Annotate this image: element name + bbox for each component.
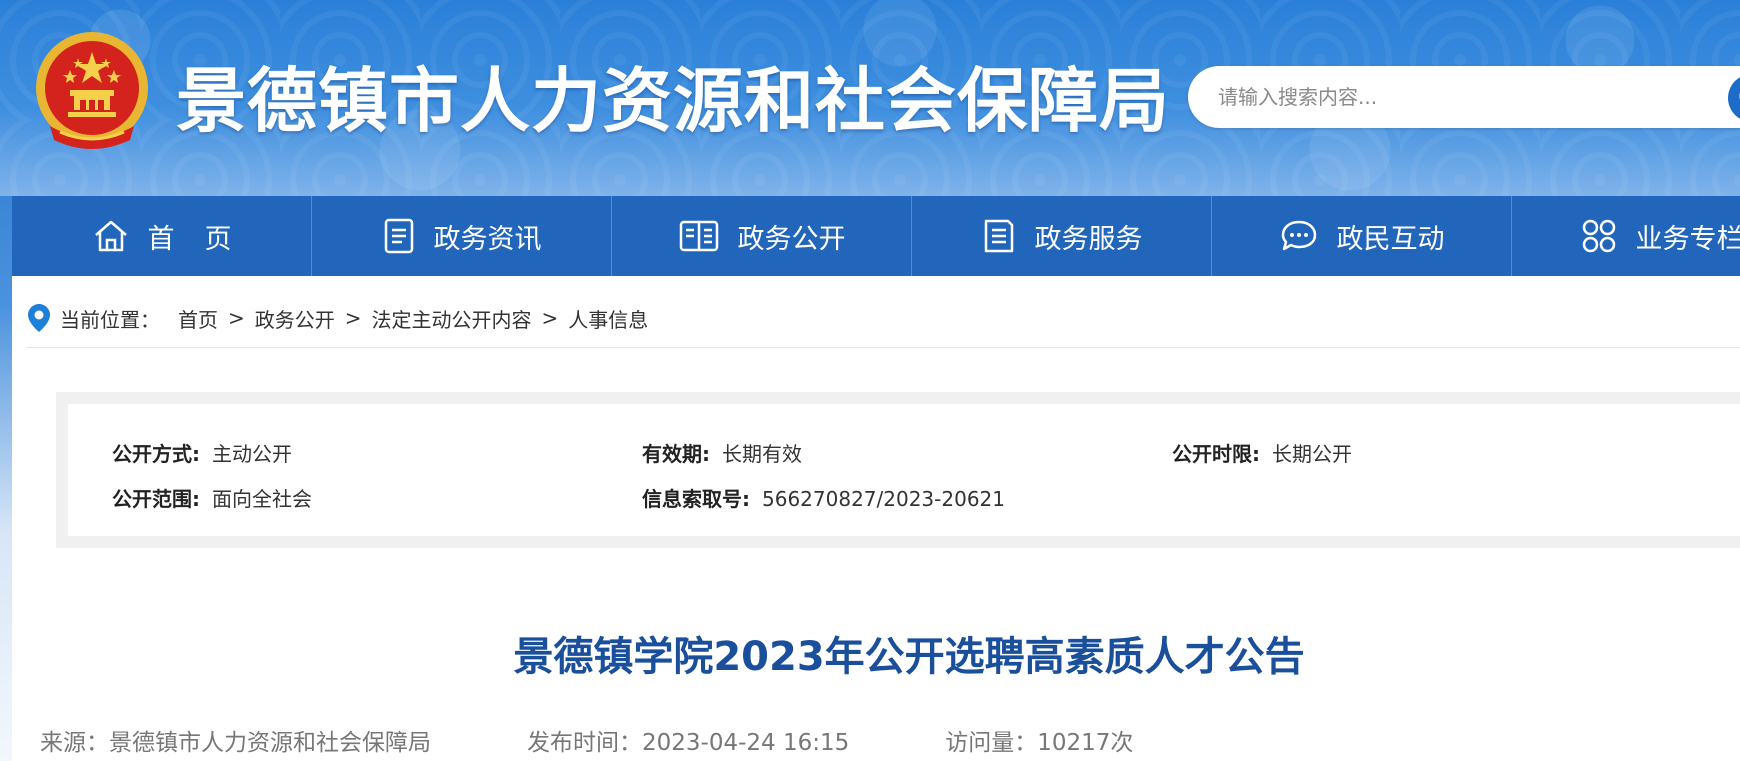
main-nav: 首页 政务资讯 政务公开 政务服务 政民互动 业务专栏	[12, 196, 1740, 276]
list-icon	[984, 219, 1013, 253]
site-header: 景德镇市人力资源和社会保障局	[0, 0, 1740, 196]
article-source: 来源：景德镇市人力资源和社会保障局	[40, 730, 431, 756]
location-pin-icon	[28, 304, 50, 332]
breadcrumb: 当前位置： 首页 > 政务公开 > 法定主动公开内容 > 人事信息	[26, 298, 648, 338]
national-emblem-icon	[36, 32, 148, 149]
breadcrumb-personnel[interactable]: 人事信息	[568, 304, 648, 333]
breadcrumb-separator: >	[541, 306, 559, 330]
disclosure-info-body: 公开方式: 主动公开 有效期: 长期有效 公开时限: 长期公开 公开范围: 面向全社会 …	[68, 404, 1740, 536]
search-box	[1188, 66, 1740, 128]
search-button[interactable]	[1728, 74, 1740, 122]
site-title: 景德镇市人力资源和社会保障局	[176, 60, 1170, 142]
nav-label-news: 政务资讯	[433, 223, 542, 255]
breadcrumb-disclosure[interactable]: 政务公开	[255, 304, 335, 333]
article-publish-time: 发布时间：2023-04-24 16:15	[527, 730, 850, 756]
search-icon	[1739, 92, 1740, 100]
meta-validity: 有效期: 长期有效	[642, 438, 802, 467]
nav-item-news[interactable]: 政务资讯	[312, 196, 612, 276]
breadcrumb-separator: >	[344, 306, 362, 330]
grid-icon	[1582, 219, 1615, 253]
article-meta: 来源：景德镇市人力资源和社会保障局 发布时间：2023-04-24 16:15 …	[40, 722, 1133, 758]
meta-mode-value: 主动公开	[212, 442, 292, 466]
meta-scope-value: 面向全社会	[212, 487, 312, 511]
meta-period-value: 长期公开	[1272, 442, 1352, 466]
nav-label-disclosure: 政务公开	[737, 223, 846, 255]
nav-item-columns[interactable]: 业务专栏	[1512, 196, 1740, 276]
meta-mode: 公开方式: 主动公开	[112, 438, 292, 467]
meta-period: 公开时限: 长期公开	[1172, 438, 1352, 467]
nav-item-disclosure[interactable]: 政务公开	[612, 196, 912, 276]
document-icon	[384, 218, 413, 254]
meta-index-value: 566270827/2023-20621	[762, 487, 1005, 511]
book-icon	[679, 220, 718, 252]
breadcrumb-separator: >	[228, 306, 245, 330]
meta-mode-key: 公开方式:	[112, 442, 200, 466]
nav-label-services: 政务服务	[1034, 223, 1143, 255]
meta-scope: 公开范围: 面向全社会	[112, 483, 312, 512]
home-icon	[94, 220, 127, 252]
meta-validity-value: 长期有效	[722, 442, 802, 466]
search-input[interactable]	[1218, 79, 1678, 115]
article-title: 景德镇学院2023年公开选聘高素质人才公告	[513, 634, 1305, 680]
meta-scope-key: 公开范围:	[112, 487, 200, 511]
breadcrumb-home[interactable]: 首页	[178, 304, 218, 333]
nav-item-home[interactable]: 首页	[12, 196, 312, 276]
article-views: 访问量：10217次	[945, 730, 1134, 756]
meta-index-key: 信息索取号:	[642, 487, 750, 511]
nav-item-services[interactable]: 政务服务	[912, 196, 1212, 276]
meta-validity-key: 有效期:	[642, 442, 710, 466]
nav-label-home: 首页	[147, 223, 262, 255]
disclosure-info-panel: 公开方式: 主动公开 有效期: 长期有效 公开时限: 长期公开 公开范围: 面向全社会 …	[56, 392, 1740, 548]
breadcrumb-divider	[26, 347, 1740, 348]
chat-icon	[1281, 220, 1316, 251]
meta-period-key: 公开时限:	[1172, 442, 1260, 466]
nav-item-interaction[interactable]: 政民互动	[1212, 196, 1512, 276]
breadcrumb-label: 当前位置：	[60, 307, 160, 332]
nav-label-columns: 业务专栏	[1635, 223, 1740, 255]
meta-index: 信息索取号: 566270827/2023-20621	[642, 483, 1005, 512]
nav-label-interaction: 政民互动	[1336, 223, 1445, 255]
breadcrumb-statutory[interactable]: 法定主动公开内容	[372, 304, 532, 333]
